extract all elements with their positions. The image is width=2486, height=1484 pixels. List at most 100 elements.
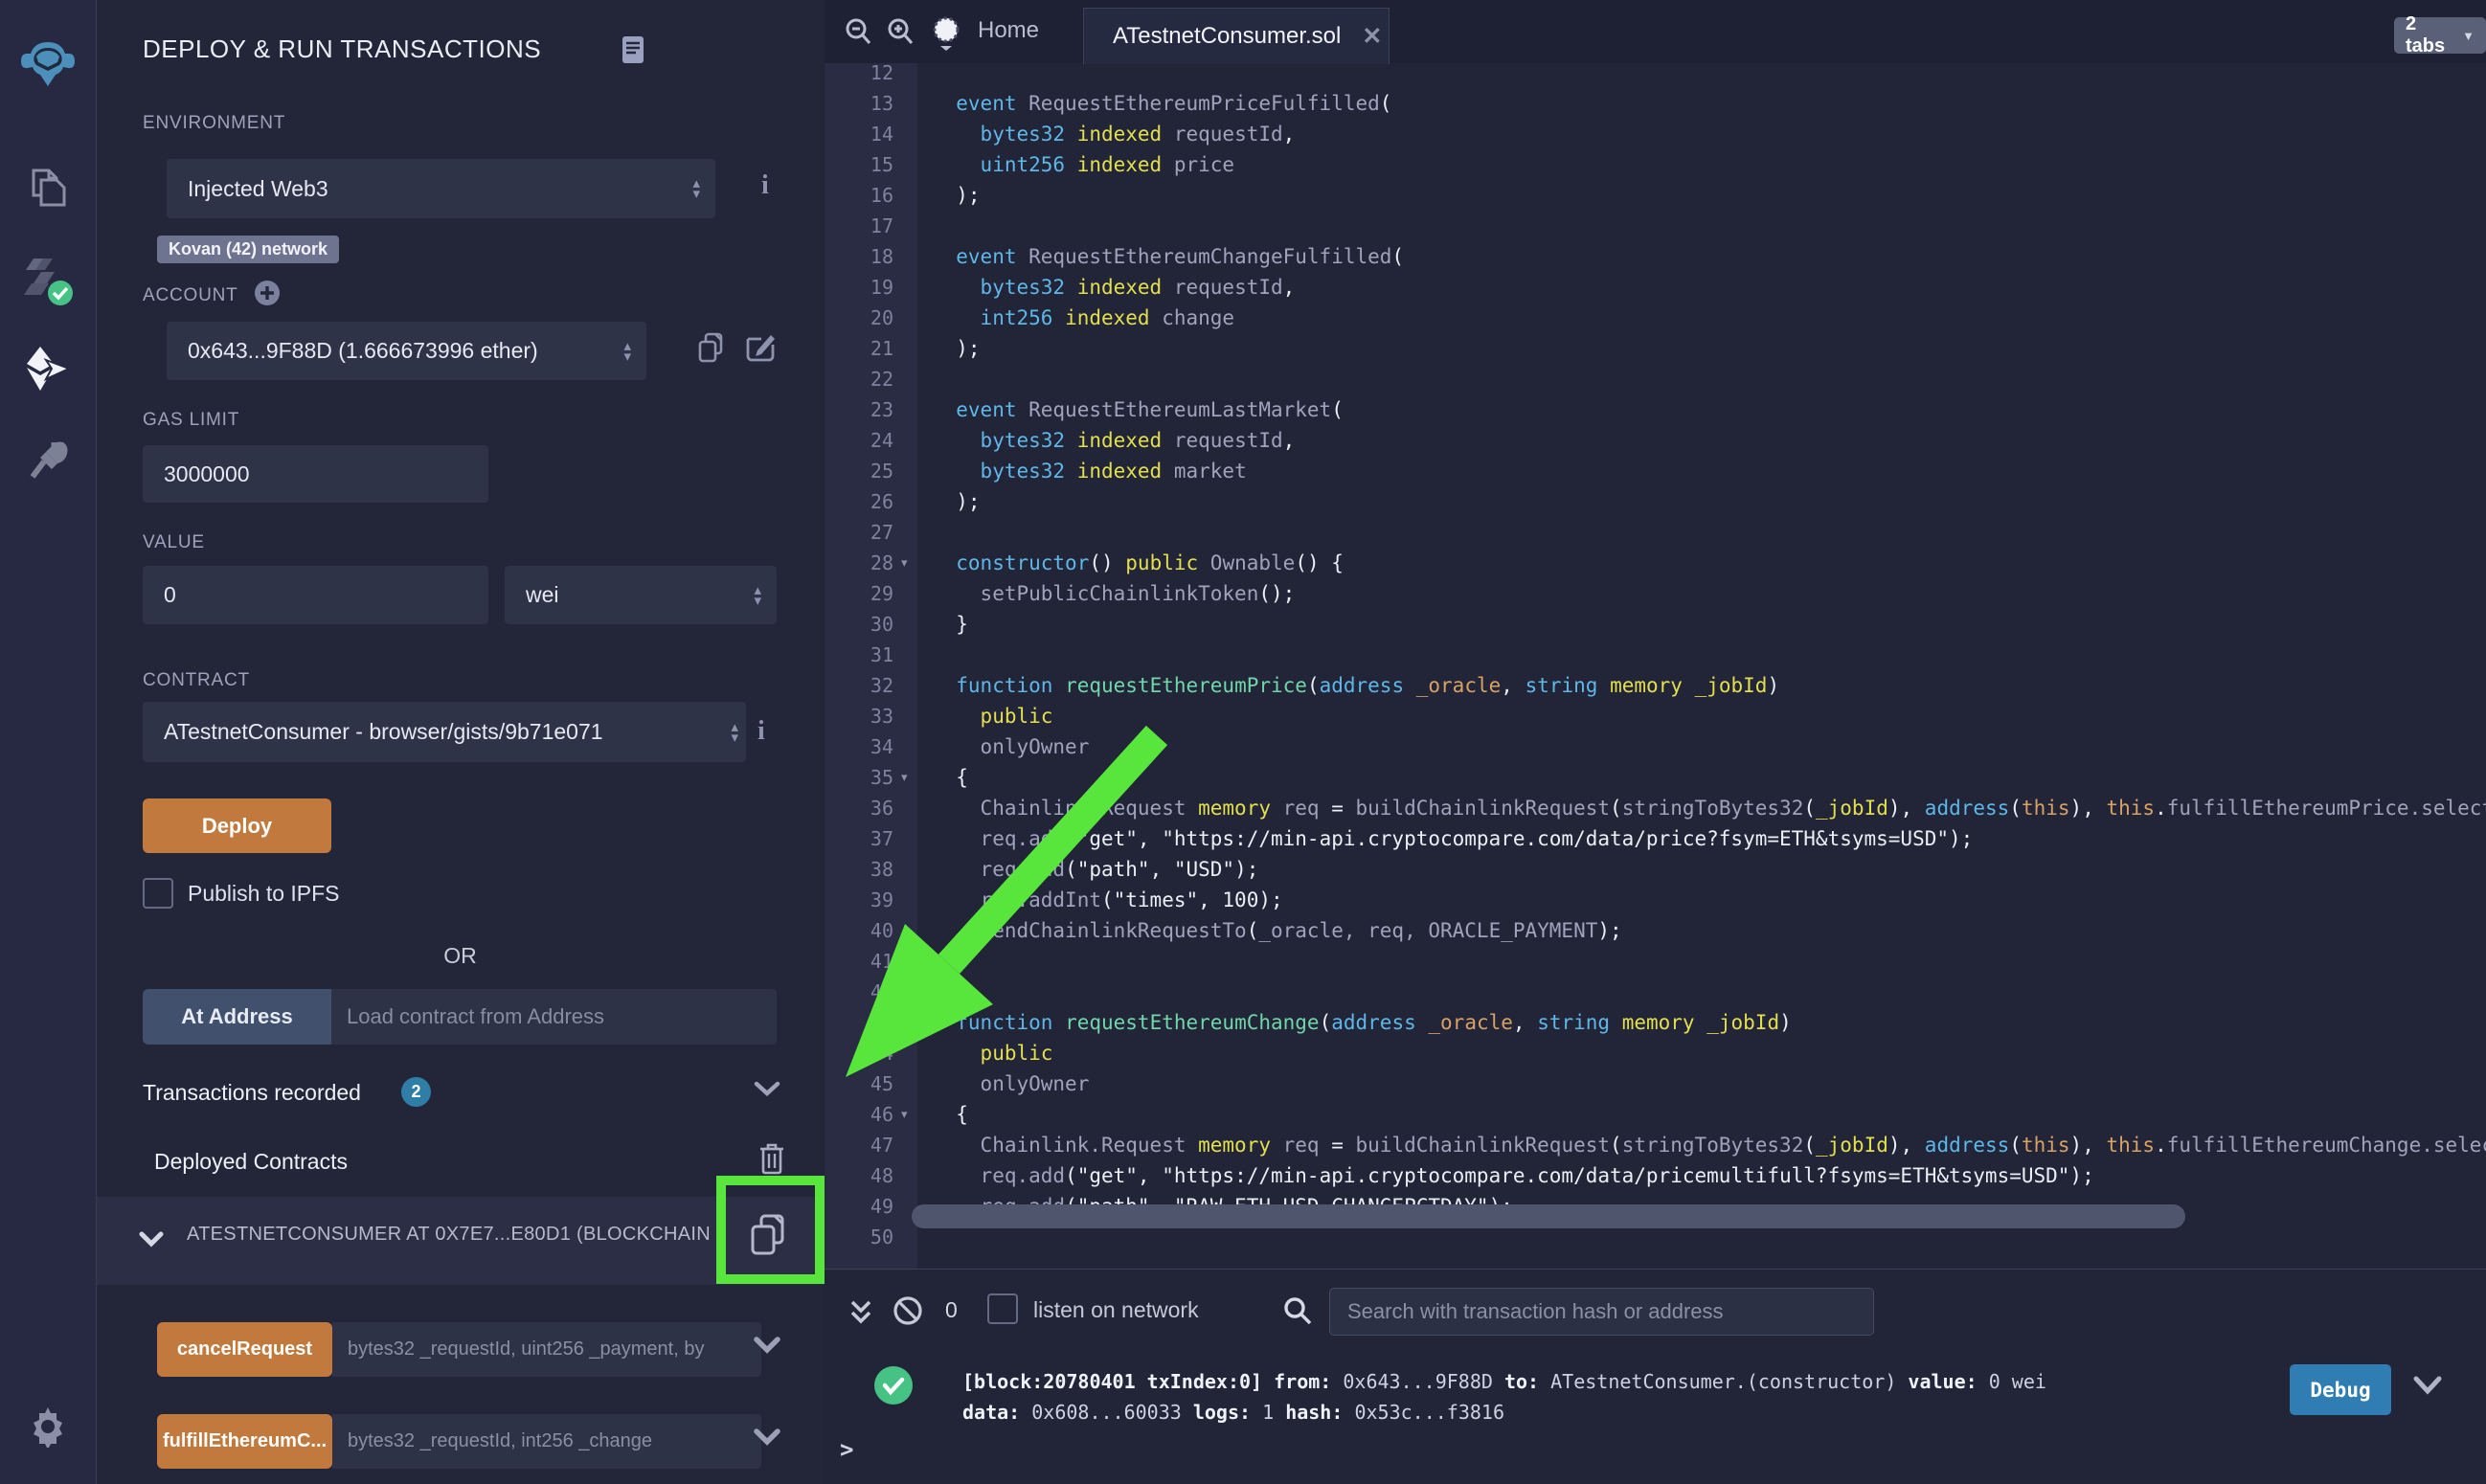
panel-title: DEPLOY & RUN TRANSACTIONS [143, 34, 541, 64]
fn1-expand-chevron-icon[interactable] [754, 1337, 780, 1356]
file-explorer-icon[interactable] [0, 165, 96, 211]
code-line[interactable]: 27 [825, 517, 2486, 548]
remix-logo-icon[interactable] [0, 36, 96, 92]
fulfill-ethereum-change-button[interactable]: fulfillEthereumC... [157, 1414, 332, 1469]
trash-icon[interactable] [757, 1141, 786, 1176]
code-line[interactable]: 29setPublicChainlinkToken(); [825, 578, 2486, 609]
copy-contract-address-icon[interactable] [748, 1212, 788, 1260]
code-line[interactable]: 16); [825, 180, 2486, 211]
account-select[interactable]: 0x643...9F88D (1.666673996 ether) ▴▾ [167, 322, 646, 380]
code-line[interactable]: 36Chainlink.Request memory req = buildCh… [825, 793, 2486, 823]
or-separator: OR [97, 943, 824, 969]
transactions-chevron-icon[interactable] [754, 1080, 780, 1099]
clear-console-icon[interactable] [892, 1294, 924, 1327]
code-line[interactable]: 24bytes32 indexed requestId, [825, 425, 2486, 456]
cancel-request-params[interactable]: bytes32 _requestId, uint256 _payment, by [332, 1322, 761, 1377]
code-line[interactable]: 37req.add("get", "https://min-api.crypto… [825, 823, 2486, 854]
contract-select[interactable]: ATestnetConsumer - browser/gists/9b71e07… [143, 702, 746, 762]
code-line[interactable]: 38req.add("path", "USD"); [825, 854, 2486, 885]
code-line[interactable]: 46▾{ [825, 1099, 2486, 1130]
environment-value: Injected Web3 [167, 176, 692, 202]
code-line[interactable]: 45onlyOwner [825, 1068, 2486, 1099]
zoom-in-icon[interactable] [886, 16, 915, 47]
environment-select[interactable]: Injected Web3 ▴▾ [167, 159, 715, 218]
edit-account-icon[interactable] [744, 331, 777, 364]
plugin-manager-icon[interactable] [0, 437, 96, 484]
code-line[interactable]: 41} [825, 946, 2486, 977]
code-line[interactable]: 22 [825, 364, 2486, 394]
code-line[interactable]: 23event RequestEthereumLastMarket( [825, 394, 2486, 425]
code-line[interactable]: 43function requestEthereumChange(address… [825, 1007, 2486, 1038]
code-line[interactable]: 32function requestEthereumPrice(address … [825, 670, 2486, 701]
deployed-contract-row[interactable]: ATESTNETCONSUMER AT 0X7E7...E80D1 (BLOCK… [97, 1197, 824, 1285]
code-line[interactable]: 19bytes32 indexed requestId, [825, 272, 2486, 303]
at-address-input[interactable]: Load contract from Address [331, 989, 777, 1045]
expand-terminal-icon[interactable] [848, 1296, 874, 1327]
code-line[interactable]: 18event RequestEthereumChangeFulfilled( [825, 241, 2486, 272]
home-tab-icon[interactable] [928, 13, 964, 52]
doc-icon[interactable] [622, 34, 644, 65]
code-line[interactable]: 30} [825, 609, 2486, 640]
horizontal-scrollbar[interactable] [912, 1204, 2185, 1228]
code-line[interactable]: 14bytes32 indexed requestId, [825, 119, 2486, 149]
home-tab-label[interactable]: Home [978, 17, 1039, 44]
tx-log-line-2[interactable]: data: 0x608...60033 logs: 1 hash: 0x53c.… [962, 1398, 1504, 1428]
fold-marker-icon[interactable]: ▾ [901, 1099, 908, 1130]
network-badge: Kovan (42) network [157, 236, 339, 263]
code-line[interactable]: 28▾constructor() public Ownable() { [825, 548, 2486, 578]
close-tab-icon[interactable]: ✕ [1362, 22, 1382, 51]
code-line[interactable]: 20int256 indexed change [825, 303, 2486, 333]
code-line[interactable]: 12 [825, 63, 2486, 88]
publish-ipfs-label: Publish to IPFS [188, 881, 340, 907]
code-editor[interactable]: 1213event RequestEthereumPriceFulfilled(… [825, 63, 2486, 1269]
code-line[interactable]: 25bytes32 indexed market [825, 456, 2486, 486]
code-line[interactable]: 44public [825, 1038, 2486, 1068]
deploy-and-run-icon[interactable] [0, 343, 96, 396]
terminal-prompt[interactable]: > [840, 1435, 853, 1465]
code-line[interactable]: 17 [825, 211, 2486, 241]
fold-marker-icon[interactable]: ▾ [901, 762, 908, 793]
value-input[interactable]: 0 [143, 566, 488, 624]
code-line[interactable]: 26); [825, 486, 2486, 517]
tx-log-line-1[interactable]: [block:20780401 txIndex:0] from: 0x643..… [962, 1367, 2046, 1397]
listen-network-checkbox[interactable] [987, 1293, 1018, 1324]
terminal-search-input[interactable]: Search with transaction hash or address [1329, 1288, 1874, 1336]
select-carets-icon: ▴▾ [623, 341, 631, 362]
code-line[interactable]: 34onlyOwner [825, 731, 2486, 762]
value-label: VALUE [143, 532, 205, 553]
gas-limit-input[interactable]: 3000000 [143, 445, 488, 503]
code-line[interactable]: 42 [825, 977, 2486, 1007]
zoom-out-icon[interactable] [844, 16, 872, 47]
settings-gear-icon[interactable] [0, 1405, 96, 1448]
active-tab[interactable]: ATestnetConsumer.sol ✕ [1083, 8, 1390, 64]
code-line[interactable]: 47Chainlink.Request memory req = buildCh… [825, 1130, 2486, 1160]
environment-info-icon[interactable]: i [761, 170, 769, 201]
publish-ipfs-checkbox[interactable] [143, 878, 173, 909]
fold-marker-icon[interactable]: ▾ [901, 548, 908, 578]
code-line[interactable]: 15uint256 indexed price [825, 149, 2486, 180]
unit-select[interactable]: wei ▴▾ [505, 566, 777, 624]
tabs-count-dropdown[interactable]: 2 tabs ▼ [2394, 17, 2486, 54]
solidity-compiler-icon[interactable] [0, 251, 96, 310]
copy-account-icon[interactable] [696, 331, 727, 366]
code-line[interactable]: 13event RequestEthereumPriceFulfilled( [825, 88, 2486, 119]
debug-button[interactable]: Debug [2290, 1364, 2391, 1415]
fulfill-ethereum-change-params[interactable]: bytes32 _requestId, int256 _change [332, 1414, 761, 1469]
contract-expand-chevron-icon[interactable] [139, 1231, 164, 1248]
fn2-expand-chevron-icon[interactable] [754, 1428, 780, 1448]
code-line[interactable]: 40sendChainlinkRequestTo(_oracle, req, O… [825, 915, 2486, 946]
value-value: 0 [143, 582, 488, 608]
code-line[interactable]: 48req.add("get", "https://min-api.crypto… [825, 1160, 2486, 1191]
code-line[interactable]: 21); [825, 333, 2486, 364]
select-carets-icon: ▴▾ [754, 585, 761, 606]
code-line[interactable]: 31 [825, 640, 2486, 670]
code-line[interactable]: 35▾{ [825, 762, 2486, 793]
add-account-icon[interactable] [254, 280, 281, 306]
log-collapse-chevron-icon[interactable] [2412, 1375, 2443, 1398]
deploy-button[interactable]: Deploy [143, 798, 331, 853]
at-address-button[interactable]: At Address [143, 989, 331, 1045]
contract-info-icon[interactable]: i [757, 716, 765, 747]
code-line[interactable]: 33public [825, 701, 2486, 731]
code-line[interactable]: 39req.addInt("times", 100); [825, 885, 2486, 915]
cancel-request-button[interactable]: cancelRequest [157, 1322, 332, 1377]
